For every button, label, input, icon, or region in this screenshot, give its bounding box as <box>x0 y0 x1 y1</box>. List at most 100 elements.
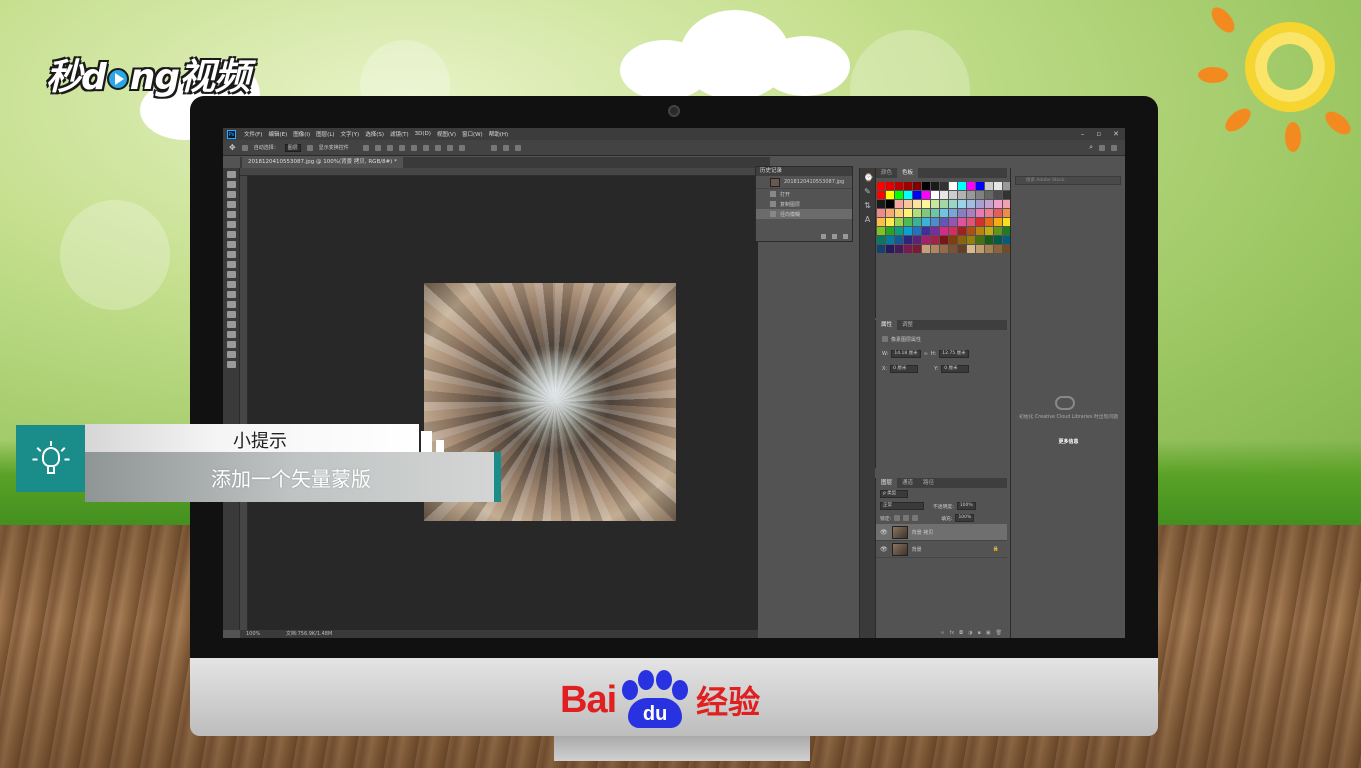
color-swatch[interactable] <box>913 218 921 226</box>
color-swatch[interactable] <box>913 191 921 199</box>
color-swatch[interactable] <box>886 236 894 244</box>
color-swatch[interactable] <box>985 209 993 217</box>
maximize-button[interactable]: ▫ <box>1096 130 1101 138</box>
3d-mode-icon[interactable] <box>490 144 497 151</box>
color-swatch[interactable] <box>949 218 957 226</box>
color-swatch[interactable] <box>886 209 894 217</box>
color-swatch[interactable] <box>895 182 903 190</box>
color-swatch[interactable] <box>940 200 948 208</box>
color-swatch[interactable] <box>940 227 948 235</box>
brush-panel-icon[interactable]: ✎ <box>864 188 872 196</box>
color-swatch[interactable] <box>913 245 921 253</box>
history-brush-tool[interactable] <box>226 261 236 268</box>
color-swatch[interactable] <box>994 191 1002 199</box>
color-swatch[interactable] <box>922 245 930 253</box>
tab-properties[interactable]: 属性 <box>876 320 898 330</box>
color-swatch[interactable] <box>994 245 1002 253</box>
color-swatch[interactable] <box>967 191 975 199</box>
menu-image[interactable]: 图像(I) <box>293 130 310 138</box>
color-swatch[interactable] <box>994 209 1002 217</box>
layer-row-selected[interactable]: 👁 背景 拷贝 <box>876 524 1007 541</box>
tab-swatches[interactable]: 色板 <box>897 168 919 178</box>
color-swatch[interactable] <box>886 245 894 253</box>
quick-select-tool[interactable] <box>226 201 236 208</box>
add-mask-icon[interactable]: ◘ <box>959 630 963 636</box>
group-icon[interactable]: ▪ <box>978 630 981 636</box>
color-swatch[interactable] <box>886 227 894 235</box>
color-swatch[interactable] <box>877 200 885 208</box>
menu-window[interactable]: 窗口(W) <box>462 130 483 138</box>
blend-mode-dropdown[interactable]: 正常 <box>880 502 924 510</box>
distribute-icon[interactable] <box>446 144 453 151</box>
width-field[interactable]: 14.18 厘米 <box>891 350 921 358</box>
height-field[interactable]: 12.75 厘米 <box>939 350 969 358</box>
hand-tool[interactable] <box>226 351 236 358</box>
document-tab[interactable]: 20181204105530​87.jpg @ 100%(背景 拷贝, RGB/… <box>242 157 403 168</box>
color-swatch[interactable] <box>913 236 921 244</box>
color-swatch[interactable] <box>967 209 975 217</box>
color-swatch[interactable] <box>877 236 885 244</box>
color-swatch[interactable] <box>949 191 957 199</box>
color-swatch[interactable] <box>967 200 975 208</box>
color-swatch[interactable] <box>985 236 993 244</box>
color-swatch[interactable] <box>967 182 975 190</box>
color-swatch[interactable] <box>913 200 921 208</box>
color-swatch[interactable] <box>922 182 930 190</box>
color-swatch[interactable] <box>913 182 921 190</box>
zoom-tool[interactable] <box>226 361 236 368</box>
eraser-tool[interactable] <box>226 271 236 278</box>
color-swatch[interactable] <box>940 245 948 253</box>
color-swatch[interactable] <box>976 218 984 226</box>
menu-3d[interactable]: 3D(D) <box>415 131 431 137</box>
ps-app-icon[interactable]: Ps <box>227 129 236 139</box>
auto-select-checkbox[interactable] <box>241 144 248 151</box>
color-swatch[interactable] <box>949 182 957 190</box>
color-swatch[interactable] <box>994 218 1002 226</box>
color-swatch[interactable] <box>949 209 957 217</box>
color-swatch[interactable] <box>940 182 948 190</box>
color-swatch[interactable] <box>931 182 939 190</box>
tab-color[interactable]: 颜色 <box>876 168 897 178</box>
color-swatch[interactable] <box>976 245 984 253</box>
color-swatch[interactable] <box>931 200 939 208</box>
tab-channels[interactable]: 通道 <box>897 478 918 488</box>
color-swatch[interactable] <box>958 218 966 226</box>
minimize-button[interactable]: – <box>1081 130 1085 138</box>
history-panel-title[interactable]: 历史记录 <box>756 167 852 176</box>
color-swatch[interactable] <box>904 218 912 226</box>
lock-icon[interactable] <box>894 515 901 521</box>
link-layers-icon[interactable]: ∞ <box>940 630 944 636</box>
color-swatch[interactable] <box>895 218 903 226</box>
menu-help[interactable]: 帮助(H) <box>489 130 508 138</box>
fill-field[interactable]: 100% <box>955 514 975 522</box>
history-step-active[interactable]: 径向模糊 <box>756 209 852 219</box>
color-swatch[interactable] <box>994 182 1002 190</box>
menu-type[interactable]: 文字(Y) <box>341 130 360 138</box>
3d-mode-icon[interactable] <box>502 144 509 151</box>
color-swatch[interactable] <box>940 236 948 244</box>
share-icon[interactable] <box>1111 144 1117 151</box>
color-swatch[interactable] <box>949 227 957 235</box>
color-swatch[interactable] <box>895 191 903 199</box>
close-button[interactable]: ✕ <box>1113 130 1119 138</box>
menu-layer[interactable]: 图层(L) <box>316 130 334 138</box>
color-swatch[interactable] <box>913 209 921 217</box>
color-swatch[interactable] <box>958 200 966 208</box>
color-swatch[interactable] <box>958 236 966 244</box>
history-panel-icon[interactable]: ⌚ <box>864 174 874 182</box>
color-swatch[interactable] <box>967 227 975 235</box>
layer-row[interactable]: 👁 背景 🔒 <box>876 541 1007 558</box>
color-swatch[interactable] <box>904 245 912 253</box>
adjustment-icon[interactable]: ◑ <box>968 630 972 636</box>
3d-mode-icon[interactable] <box>514 144 521 151</box>
search-icon[interactable]: ⌕ <box>1089 143 1093 152</box>
menu-edit[interactable]: 编辑(E) <box>268 130 287 138</box>
canvas-area[interactable] <box>248 176 758 630</box>
color-swatch[interactable] <box>877 245 885 253</box>
color-swatch[interactable] <box>904 191 912 199</box>
color-swatch[interactable] <box>922 227 930 235</box>
distribute-icon[interactable] <box>458 144 465 151</box>
color-swatch[interactable] <box>877 182 885 190</box>
trash-icon[interactable]: 🗑 <box>996 630 1002 636</box>
color-swatch[interactable] <box>967 245 975 253</box>
